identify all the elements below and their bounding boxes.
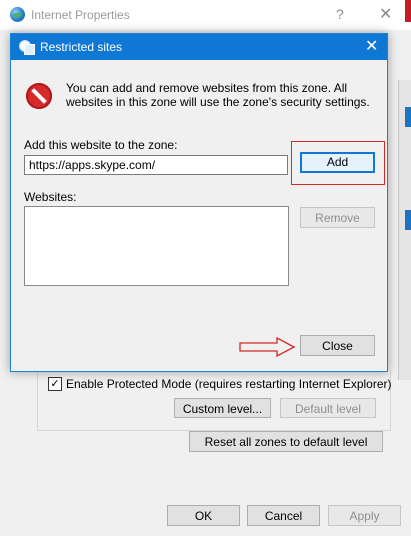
info-text: You can add and remove websites from thi… xyxy=(66,81,370,109)
dialog-close-button[interactable]: ✕ xyxy=(365,36,378,56)
reset-all-zones-button[interactable]: Reset all zones to default level xyxy=(189,431,383,452)
no-entry-icon xyxy=(26,83,52,109)
parent-titlebar: Internet Properties ? ✕ xyxy=(0,0,411,30)
dialog-titlebar: Restricted sites ✕ xyxy=(11,34,387,60)
websites-label: Websites: xyxy=(24,190,77,204)
protected-mode-label: Enable Protected Mode (requires restarti… xyxy=(66,377,392,391)
remove-button[interactable]: Remove xyxy=(300,207,375,228)
background-accent-mark xyxy=(405,107,411,127)
background-accent-mark xyxy=(405,210,411,230)
default-level-button[interactable]: Default level xyxy=(280,398,376,418)
background-window-edge xyxy=(405,0,411,22)
parent-close-button[interactable]: ✕ xyxy=(379,4,392,24)
globe-icon xyxy=(10,7,25,22)
apply-button[interactable]: Apply xyxy=(328,505,401,526)
protected-mode-row[interactable]: ✓ Enable Protected Mode (requires restar… xyxy=(48,377,392,391)
add-button[interactable]: Add xyxy=(300,152,375,173)
custom-level-button[interactable]: Custom level... xyxy=(174,398,271,418)
websites-list[interactable] xyxy=(24,206,289,286)
close-button[interactable]: Close xyxy=(300,335,375,356)
help-button[interactable]: ? xyxy=(336,6,344,22)
restricted-sites-dialog: Restricted sites ✕ You can add and remov… xyxy=(10,33,388,372)
arrow-right-icon xyxy=(239,337,295,357)
cancel-button[interactable]: Cancel xyxy=(247,505,320,526)
protected-mode-checkbox[interactable]: ✓ xyxy=(48,377,62,391)
parent-window-title: Internet Properties xyxy=(31,8,130,22)
add-website-label: Add this website to the zone: xyxy=(24,138,178,152)
ok-button[interactable]: OK xyxy=(167,505,240,526)
dialog-title: Restricted sites xyxy=(40,40,123,54)
restricted-sites-icon xyxy=(19,40,35,55)
website-url-input[interactable] xyxy=(24,155,288,175)
